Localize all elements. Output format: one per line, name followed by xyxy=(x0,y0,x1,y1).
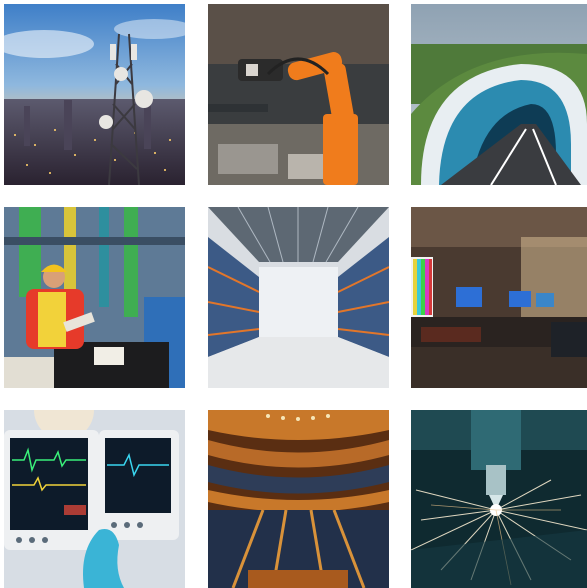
tile-laser-cutting xyxy=(411,410,587,588)
tile-engineer xyxy=(4,207,185,388)
tile-warehouse xyxy=(208,207,389,388)
tile-concert-hall xyxy=(208,410,389,588)
tile-telecom-tower xyxy=(4,4,185,185)
tile-robot-arm xyxy=(208,4,389,185)
tile-tunnel xyxy=(411,4,587,185)
image-grid xyxy=(0,0,587,588)
tile-control-room xyxy=(411,207,587,388)
tile-patient-monitor xyxy=(4,410,185,588)
